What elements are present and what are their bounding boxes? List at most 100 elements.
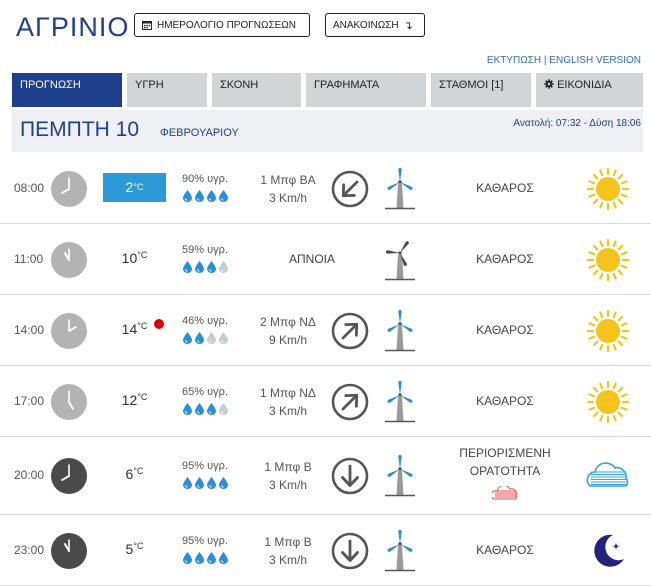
time-label: 23:00	[14, 542, 45, 557]
humidity: 95% υγρ.	[172, 460, 238, 489]
water-drop-icon	[206, 551, 216, 564]
tab-humidity[interactable]: ΥΓΡΗ	[127, 73, 207, 107]
humidity: 95% υγρ.	[172, 535, 238, 564]
humidity-suffix: υγρ.	[207, 460, 228, 472]
humidity: 65% υγρ.	[172, 386, 238, 415]
clock	[51, 458, 87, 494]
humidity-value: 46%	[182, 314, 205, 327]
temperature-unit: °C	[133, 466, 144, 476]
humidity-value: 90%	[182, 172, 205, 185]
humidity-drops	[172, 260, 238, 273]
clock-icon	[51, 312, 87, 349]
temperature-unit: °C	[137, 391, 148, 402]
tab-icons[interactable]: ΕΙΚΟΝΙΔΙΑ	[536, 73, 643, 107]
wind-direction	[331, 312, 369, 350]
water-drop-icon	[194, 402, 204, 415]
visibility-label: ΠΕΡΙΟΡΙΣΜΕΝΗ ΟΡΑΤΟΤΗΤΑ	[459, 446, 551, 478]
sunset-time: 18:06	[615, 118, 641, 129]
wind-force: 1 Μπφ ΝΔ	[260, 385, 316, 400]
sun-icon	[586, 380, 630, 423]
temperature-unit: °C	[133, 540, 144, 551]
wind-turbine-icon	[385, 240, 415, 280]
temperature: 12°C	[103, 392, 166, 408]
wind-force: 1 Μπφ ΒΑ	[260, 172, 316, 187]
clock-icon	[51, 383, 87, 420]
wind-turbine	[381, 379, 419, 425]
print-link[interactable]: ΕΚΤΥΠΩΣΗ	[487, 55, 541, 66]
temperature-value: 12	[121, 391, 138, 408]
humidity-suffix: υγρ.	[207, 385, 228, 398]
day-name: ΠΕΜΠΤΗ 10	[20, 118, 140, 141]
water-drop-icon	[206, 402, 216, 415]
wind-speed: 3 Km/h	[268, 403, 307, 418]
water-drop-icon	[206, 331, 216, 344]
wind-direction	[331, 170, 369, 208]
print-language-links: ΕΚΤΥΠΩΣΗ | ENGLISH VERSION	[487, 55, 641, 66]
arrow-up-right-icon	[331, 312, 369, 349]
top-bar: ΑΓΡΙΝΙΟ ΗΜΕΡΟΛΟΓΙΟ ΠΡΟΓΝΩΣΕΩΝ ΑΝΑΚΟΙΝΩΣΗ…	[0, 0, 651, 70]
wind-turbine-icon	[385, 380, 415, 422]
visibility: ΚΑΘΑΡΟΣ	[440, 323, 570, 337]
water-drop-icon	[194, 551, 204, 564]
water-drop-icon	[218, 477, 228, 489]
clock	[51, 312, 87, 349]
water-drop-icon	[194, 331, 204, 344]
visibility: ΚΑΘΑΡΟΣ	[440, 181, 570, 195]
wind-info: 1 Μπφ ΝΔ 3 Km/h	[250, 384, 326, 420]
wind-speed: 9 Km/h	[268, 332, 307, 347]
humidity: 90% υγρ.	[172, 173, 238, 202]
calendar-button-label: ΗΜΕΡΟΛΟΓΙΟ ΠΡΟΓΝΩΣΕΩΝ	[157, 19, 297, 31]
wind-turbine	[381, 237, 419, 283]
visibility: ΚΑΘΑΡΟΣ	[440, 543, 570, 557]
wind-calm-label: ΑΠΝΟΙΑ	[288, 251, 335, 266]
tab-forecast[interactable]: ΠΡΟΓΝΩΣΗ	[12, 73, 122, 107]
tab-graphs[interactable]: ΓΡΑΦΗΜΑΤΑ	[306, 73, 426, 107]
weather-icon	[586, 238, 630, 282]
tab-stations[interactable]: ΣΤΑΘΜΟΙ [1]	[431, 73, 531, 107]
wind-turbine-icon	[385, 167, 415, 209]
tab-label: ΕΙΚΟΝΙΔΙΑ	[557, 79, 612, 91]
tab-label: ΥΓΡΗ	[135, 79, 164, 91]
humidity-label: 95% υγρ.	[172, 460, 238, 472]
temperature: 6°C	[103, 466, 166, 482]
wind-turbine	[381, 308, 419, 354]
sun-icon	[586, 167, 630, 210]
humidity: 59% υγρ.	[172, 244, 238, 273]
humidity-value: 65%	[182, 385, 205, 398]
wind-info: 2 Μπφ ΝΔ 9 Km/h	[250, 313, 326, 349]
time-label: 20:00	[14, 468, 45, 482]
english-version-link[interactable]: ENGLISH VERSION	[549, 55, 641, 66]
calendar-icon	[142, 21, 152, 30]
humidity-label: 90% υγρ.	[172, 173, 238, 185]
sunrise-label: Ανατολή:	[513, 118, 554, 129]
humidity-drops	[172, 331, 238, 344]
temperature: 10°C	[103, 250, 166, 266]
wind-speed: 3 Km/h	[268, 190, 307, 205]
fog-icon	[586, 462, 629, 487]
tab-label: ΓΡΑΦΗΜΑΤΑ	[314, 79, 380, 91]
water-drop-icon	[194, 477, 204, 489]
humidity-value: 95%	[182, 534, 205, 547]
day-month: ΦΕΒΡΟΥΑΡΙΟΥ	[160, 127, 239, 139]
announcement-button[interactable]: ΑΝΑΚΟΙΝΩΣΗ ↴	[325, 13, 425, 37]
wind-force: 1 Μπφ Β	[264, 460, 312, 474]
humidity-drops	[172, 477, 238, 489]
gear-icon	[544, 79, 554, 89]
announcement-button-label: ΑΝΑΚΟΙΝΩΣΗ	[333, 19, 399, 31]
wind-turbine-icon	[385, 529, 415, 571]
clock-icon	[51, 170, 87, 207]
temperature-unit: °C	[137, 320, 148, 331]
visibility-label: ΚΑΘΑΡΟΣ	[476, 393, 534, 408]
visibility: ΠΕΡΙΟΡΙΣΜΕΝΗ ΟΡΑΤΟΤΗΤΑ	[440, 444, 570, 503]
tab-dust[interactable]: ΣΚΟΝΗ	[212, 73, 301, 107]
low-visibility-icon	[490, 484, 517, 500]
temperature-value: 14	[121, 320, 138, 337]
humidity-drops	[172, 189, 238, 202]
wind-speed: 3 Km/h	[268, 552, 307, 567]
forecast-row: 11:00 10°C 59% υγρ. ΑΠΝΟΙΑ ΚΑΘΑΡΟΣ	[0, 224, 651, 295]
clock-icon	[51, 532, 87, 569]
forecast-calendar-button[interactable]: ΗΜΕΡΟΛΟΓΙΟ ΠΡΟΓΝΩΣΕΩΝ	[134, 13, 310, 37]
humidity-label: 95% υγρ.	[172, 535, 238, 547]
water-drop-icon	[182, 189, 192, 202]
day-header: ΠΕΜΠΤΗ 10 ΦΕΒΡΟΥΑΡΙΟΥ Ανατολή: 07:32 - Δ…	[12, 110, 643, 152]
